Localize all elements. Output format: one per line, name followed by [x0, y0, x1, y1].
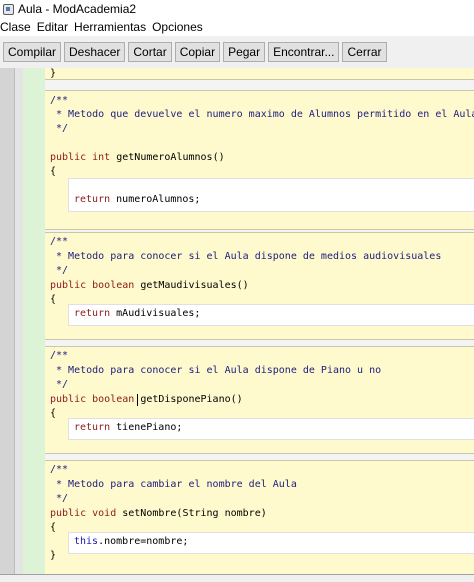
code-line: { [50, 294, 57, 305]
return-value: mAudivisuales; [116, 308, 201, 319]
menu-bar: Clase Editar Herramientas Opciones [0, 18, 474, 36]
keyword: return [74, 422, 117, 433]
method-name: getDisponePiano() [140, 394, 243, 405]
comment-line: */ [50, 123, 69, 134]
keyword: public void [50, 508, 123, 519]
window-title: Aula - ModAcademia2 [18, 2, 137, 16]
cortar-button[interactable]: Cortar [128, 42, 172, 62]
code-line: { [50, 408, 57, 419]
assignment-value: .nombre=nombre; [98, 536, 189, 547]
assignment-statement: this.nombre=nombre; [74, 536, 188, 548]
comment-line: * Metodo para conocer si el Aula dispone… [50, 365, 382, 376]
app-icon [2, 3, 14, 15]
method-signature: public int getNumeroAlumnos() [50, 152, 225, 164]
title-bar: Aula - ModAcademia2 [0, 0, 474, 18]
keyword: public int [50, 152, 117, 163]
scope-gutter [23, 68, 45, 574]
return-value: numeroAlumnos; [116, 194, 201, 205]
menu-opciones[interactable]: Opciones [149, 18, 206, 36]
return-statement: return tienePiano; [74, 422, 182, 434]
menu-editar[interactable]: Editar [34, 18, 71, 36]
method-name: getMaudivisuales() [140, 280, 249, 291]
text-caret [137, 394, 138, 406]
pegar-button[interactable]: Pegar [223, 42, 266, 62]
method-name: setNombre(String nombre) [122, 508, 267, 519]
keyword: public boolean [50, 394, 141, 405]
return-statement: return numeroAlumnos; [74, 194, 200, 206]
comment-line: * Metodo que devuelve el numero maximo d… [50, 109, 474, 120]
comment-line: */ [50, 265, 69, 276]
comment-line: /** [50, 236, 69, 247]
comment-line: * Metodo para cambiar el nombre del Aula [50, 479, 297, 490]
code-line: } [50, 68, 57, 79]
keyword: return [74, 308, 117, 319]
code-line: } [50, 550, 57, 561]
toolbar: Compilar Deshacer Cortar Copiar Pegar En… [0, 36, 474, 68]
keyword: public boolean [50, 280, 141, 291]
deshacer-button[interactable]: Deshacer [64, 42, 126, 62]
code-line: { [50, 166, 57, 177]
method-name: getNumeroAlumnos() [116, 152, 225, 163]
editor-gutter [0, 68, 15, 574]
code-line: { [50, 522, 57, 533]
method-signature: public boolean getDisponePiano() [50, 394, 243, 406]
return-statement: return mAudivisuales; [74, 308, 200, 320]
editor-gutter-margin [15, 68, 23, 574]
menu-herramientas[interactable]: Herramientas [71, 18, 149, 36]
comment-line: * Metodo para conocer si el Aula dispone… [50, 251, 442, 262]
keyword: return [74, 194, 117, 205]
return-value: tienePiano; [116, 422, 183, 433]
copiar-button[interactable]: Copiar [174, 42, 221, 62]
comment-line: /** [50, 350, 69, 361]
keyword: this [74, 536, 99, 547]
menu-clase[interactable]: Clase [0, 18, 34, 36]
encontrar-button[interactable]: Encontrar... [268, 42, 340, 62]
comment-line: */ [50, 379, 69, 390]
scope-block [45, 68, 474, 80]
comment-line: /** [50, 464, 69, 475]
comment-line: /** [50, 95, 69, 106]
method-signature: public boolean getMaudivisuales() [50, 280, 249, 292]
cerrar-button[interactable]: Cerrar [342, 42, 387, 62]
code-editor[interactable]: } /** * Metodo que devuelve el numero ma… [0, 68, 474, 574]
method-signature: public void setNombre(String nombre) [50, 508, 267, 520]
compilar-button[interactable]: Compilar [3, 42, 62, 62]
comment-line: */ [50, 493, 69, 504]
